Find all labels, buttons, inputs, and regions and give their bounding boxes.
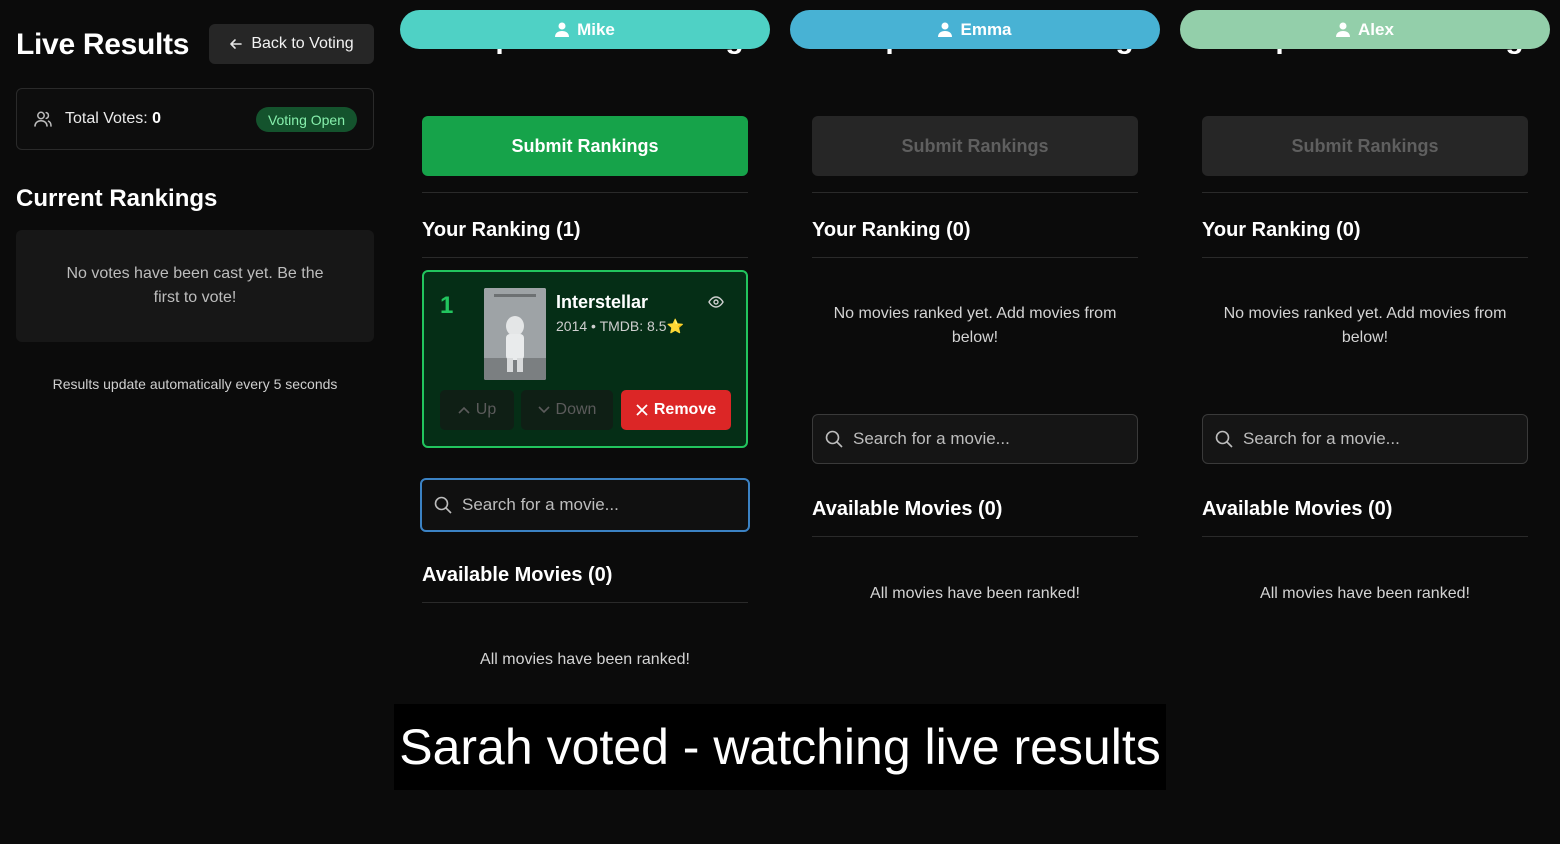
rank-number: 1 xyxy=(440,292,454,319)
available-empty-message: All movies have been ranked! xyxy=(480,651,690,668)
remove-button[interactable]: Remove xyxy=(621,390,731,430)
ranking-empty-message: No movies ranked yet. Add movies from be… xyxy=(1223,305,1507,346)
your-ranking-title: Your Ranking (0) xyxy=(812,219,971,241)
available-empty-message: All movies have been ranked! xyxy=(1260,585,1470,602)
move-down-label: Down xyxy=(555,401,597,418)
move-up-button[interactable]: Up xyxy=(440,390,514,430)
auto-update-note: Results update automatically every 5 sec… xyxy=(52,376,338,392)
remove-label: Remove xyxy=(653,401,717,418)
movie-search[interactable] xyxy=(812,414,1138,464)
divider xyxy=(1202,192,1528,193)
no-votes-message: No votes have been cast yet. Be the firs… xyxy=(16,230,374,342)
divider xyxy=(812,192,1138,193)
search-input[interactable] xyxy=(1243,429,1503,449)
divider xyxy=(422,192,748,193)
arrow-left-icon xyxy=(230,39,243,49)
divider xyxy=(1202,536,1528,537)
ranked-movie-card: 1 Interstellar 2014 • TMDB: 8.5⭐ Up Down xyxy=(422,270,748,448)
move-down-button[interactable]: Down xyxy=(521,390,613,430)
divider xyxy=(812,536,1138,537)
voter-panel-emma: Emma Neospoilers Movie Night Submit Rank… xyxy=(790,0,1160,700)
close-icon xyxy=(636,404,648,416)
back-to-voting-label: Back to Voting xyxy=(251,35,354,52)
available-empty-message: All movies have been ranked! xyxy=(870,585,1080,602)
search-icon xyxy=(1215,430,1233,448)
eye-icon[interactable] xyxy=(708,296,724,308)
user-name: Emma xyxy=(960,19,1012,39)
available-movies-title: Available Movies (0) xyxy=(422,564,613,586)
results-header: Live Results Back to Voting xyxy=(16,24,374,64)
back-to-voting-button[interactable]: Back to Voting xyxy=(209,24,374,64)
caption-overlay: Sarah voted - watching live results xyxy=(394,704,1166,790)
total-votes-count: 0 xyxy=(152,110,162,127)
user-tab-alex[interactable]: Alex xyxy=(1180,10,1550,49)
available-movies-title: Available Movies (0) xyxy=(1202,498,1393,520)
page-title: Live Results xyxy=(16,28,190,61)
divider xyxy=(1202,257,1528,258)
user-icon xyxy=(1336,22,1351,37)
total-votes-card: Total Votes: 0 Voting Open xyxy=(16,88,374,150)
user-icon xyxy=(938,22,953,37)
live-results-panel: Live Results Back to Voting Total Votes:… xyxy=(16,0,374,844)
ranking-empty-message: No movies ranked yet. Add movies from be… xyxy=(833,305,1117,346)
status-badge: Voting Open xyxy=(255,107,357,132)
divider xyxy=(422,257,748,258)
movie-search[interactable] xyxy=(1202,414,1528,464)
divider xyxy=(812,257,1138,258)
move-up-label: Up xyxy=(475,401,497,418)
search-icon xyxy=(825,430,843,448)
voter-panel-mike: Mike Neospoilers Movie Night Submit Rank… xyxy=(400,0,770,700)
users-icon xyxy=(34,111,52,127)
submit-rankings-button[interactable]: Submit Rankings xyxy=(422,116,748,176)
user-icon xyxy=(555,22,570,37)
movie-poster xyxy=(484,288,546,380)
total-votes-text: Total Votes: 0 xyxy=(65,110,161,128)
movie-search[interactable] xyxy=(420,478,750,532)
user-name: Mike xyxy=(577,19,615,39)
user-tab-mike[interactable]: Mike xyxy=(400,10,770,49)
total-votes-label: Total Votes: xyxy=(65,110,148,127)
submit-rankings-button[interactable]: Submit Rankings xyxy=(812,116,1138,176)
divider xyxy=(422,602,748,603)
submit-rankings-button[interactable]: Submit Rankings xyxy=(1202,116,1528,176)
movie-title: Interstellar xyxy=(556,292,649,312)
search-input[interactable] xyxy=(462,495,722,515)
movie-meta: 2014 • TMDB: 8.5⭐ xyxy=(556,318,684,334)
chevron-up-icon xyxy=(458,406,470,414)
your-ranking-title: Your Ranking (0) xyxy=(1202,219,1361,241)
user-name: Alex xyxy=(1358,19,1394,39)
available-movies-title: Available Movies (0) xyxy=(812,498,1003,520)
user-tab-emma[interactable]: Emma xyxy=(790,10,1160,49)
chevron-down-icon xyxy=(537,406,550,414)
voter-panel-alex: Alex Neospoilers Movie Night Submit Rank… xyxy=(1180,0,1550,700)
current-rankings-title: Current Rankings xyxy=(16,185,218,212)
your-ranking-title: Your Ranking (1) xyxy=(422,219,581,241)
search-input[interactable] xyxy=(853,429,1113,449)
search-icon xyxy=(434,496,452,514)
